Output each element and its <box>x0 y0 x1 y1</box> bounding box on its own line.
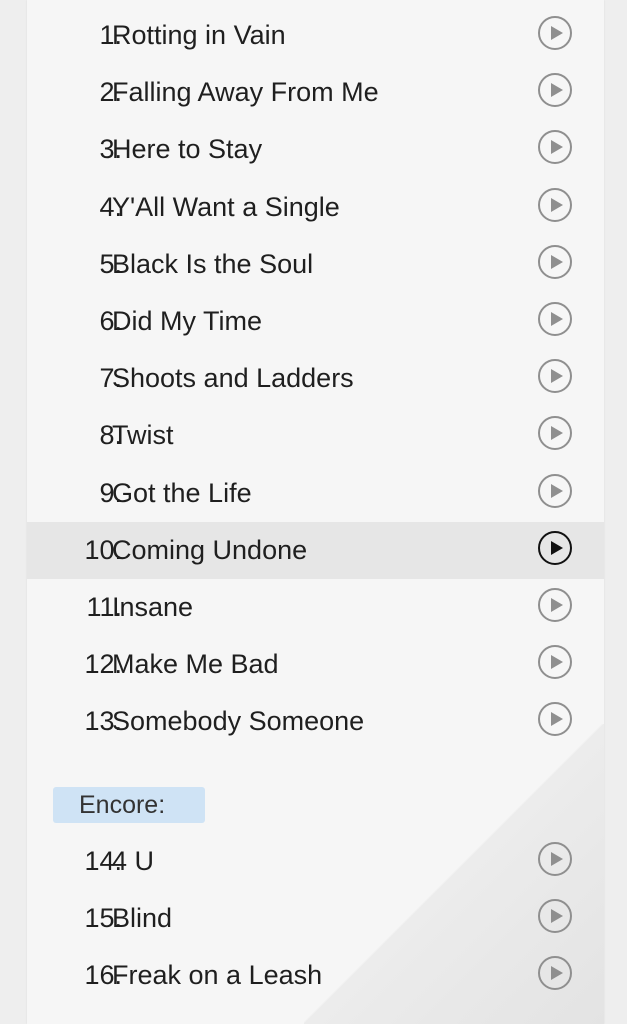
track-title: Somebody Someone <box>112 706 365 737</box>
track-title: Falling Away From Me <box>112 77 379 108</box>
track-row[interactable]: 13. Somebody Someone <box>27 693 604 750</box>
track-row[interactable]: 16. Freak on a Leash <box>27 947 604 1004</box>
track-title: 4 U <box>112 846 155 876</box>
track-row[interactable]: 1. Rotting in Vain <box>27 7 604 64</box>
track-title: Did My Time <box>112 306 263 336</box>
track-row[interactable]: 8. Twist <box>27 407 604 464</box>
track-row[interactable]: 15. Blind <box>27 890 604 947</box>
track-row[interactable]: 5. Black Is the Soul <box>27 236 604 293</box>
track-title: Rotting in Vain <box>112 20 286 50</box>
play-circle-icon[interactable] <box>538 416 572 451</box>
track-row[interactable]: 12. Make Me Bad <box>27 636 604 693</box>
track-row[interactable]: 6. Did My Time <box>27 293 604 350</box>
play-circle-icon[interactable] <box>538 842 572 876</box>
track-row[interactable]: 3. Here to Stay <box>27 121 604 178</box>
track-title: Make Me Bad <box>112 649 279 680</box>
play-circle-icon[interactable] <box>538 73 572 108</box>
track-row[interactable]: 4. Y'All Want a Single <box>27 179 604 236</box>
play-circle-icon[interactable] <box>538 899 572 934</box>
setlist-page: 1. Rotting in Vain 2. Falling Away From Me 3… <box>27 0 604 1024</box>
encore-label-text: Encore: <box>79 791 166 819</box>
track-row[interactable]: 7. Shoots and Ladders <box>27 350 604 407</box>
play-circle-icon[interactable] <box>538 130 572 165</box>
play-circle-icon[interactable] <box>538 244 572 279</box>
track-title: Twist <box>112 420 174 451</box>
track-title: Got the Life <box>112 477 252 508</box>
play-circle-icon[interactable] <box>538 473 572 508</box>
track-title: Y'All Want a Single <box>112 191 340 222</box>
track-title: Black Is the Soul <box>112 248 314 279</box>
play-circle-icon[interactable] <box>538 956 572 991</box>
track-row[interactable]: 9. Got the Life <box>27 465 604 522</box>
track-title: Freak on a Leash <box>112 960 323 991</box>
play-circle-icon[interactable] <box>538 302 572 336</box>
track-title: Blind <box>112 903 173 934</box>
track-row[interactable]: 10. Coming Undone <box>27 521 604 579</box>
play-circle-icon[interactable] <box>538 645 572 680</box>
play-circle-icon[interactable] <box>538 702 572 737</box>
track-title: Shoots and Ladders <box>112 363 354 394</box>
play-circle-icon[interactable] <box>538 187 572 222</box>
play-circle-icon[interactable] <box>538 359 572 394</box>
track-row[interactable]: 2. Falling Away From Me <box>27 64 604 121</box>
play-circle-icon[interactable] <box>538 530 572 565</box>
encore-label: Encore: <box>53 787 205 823</box>
track-title: Insane <box>112 592 194 622</box>
play-circle-icon[interactable] <box>538 16 572 50</box>
track-title: Here to Stay <box>112 134 263 165</box>
track-row[interactable]: 11. Insane <box>27 579 604 636</box>
play-circle-icon[interactable] <box>538 588 572 622</box>
track-row[interactable]: 14. 4 U <box>27 833 604 890</box>
track-title: Coming Undone <box>112 534 308 565</box>
